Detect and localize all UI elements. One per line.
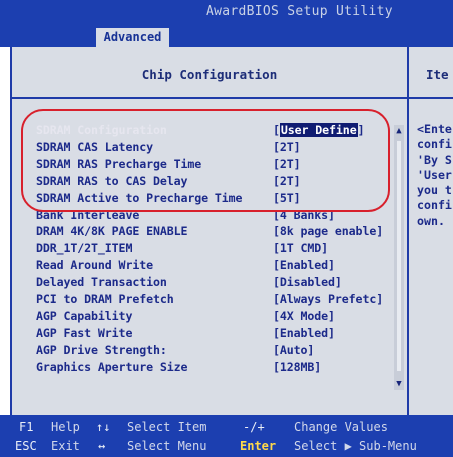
- setting-label: AGP Fast Write: [36, 325, 133, 340]
- help-line: own.: [417, 213, 445, 228]
- key-f1: F1: [19, 420, 34, 434]
- key-esc: ESC: [15, 439, 37, 453]
- setting-label: AGP Drive Strength:: [36, 342, 167, 357]
- help-line: 'User: [417, 167, 452, 182]
- section-title: Chip Configuration: [141, 67, 278, 82]
- title-bar: AwardBIOS Setup Utility Advanced: [0, 0, 453, 47]
- help-text: <Ente confi 'By S 'User you t confi own.: [417, 122, 452, 229]
- exit-label: Exit: [51, 439, 80, 453]
- select-menu-label: Select Menu: [127, 439, 207, 453]
- help-label: Help: [51, 420, 80, 434]
- help-divider: [409, 97, 453, 99]
- setting-label: AGP Capability: [36, 308, 133, 323]
- left-right-arrows-icon: ↔: [98, 439, 106, 453]
- key-enter: Enter: [240, 439, 277, 453]
- setting-label: Graphics Aperture Size: [36, 359, 188, 374]
- section-divider: [12, 97, 407, 99]
- scroll-thumb[interactable]: [397, 141, 401, 371]
- tab-advanced[interactable]: Advanced: [96, 28, 169, 47]
- help-line: you t: [417, 183, 452, 198]
- select-submenu-label: Select ▶ Sub-Menu: [294, 439, 417, 453]
- help-line: confi: [417, 137, 452, 152]
- help-line: 'By S: [417, 152, 452, 167]
- key-help-bar: F1 Help ↑↓ Select Item -/+ Change Values…: [0, 415, 453, 457]
- setting-label: Read Around Write: [36, 258, 153, 273]
- setting-label: PCI to DRAM Prefetch: [36, 292, 174, 306]
- change-values-label: Change Values: [294, 420, 388, 434]
- scrollbar[interactable]: ▲ ▼: [394, 125, 404, 390]
- bios-screen: AwardBIOS Setup Utility Advanced Chip Co…: [0, 0, 453, 457]
- highlight-annotation-ring: [21, 109, 390, 212]
- help-line: confi: [417, 198, 452, 213]
- up-down-arrows-icon: ↑↓: [96, 420, 111, 434]
- setting-label: Delayed Transaction: [36, 275, 167, 290]
- select-item-label: Select Item: [127, 420, 207, 434]
- panel-border-left: [10, 47, 12, 415]
- plus-minus-icon: -/+: [243, 420, 265, 434]
- help-title: Ite: [426, 67, 449, 82]
- setting-label: DDR_1T/2T_ITEM: [36, 241, 133, 256]
- scroll-down-arrow-icon[interactable]: ▼: [394, 378, 404, 390]
- setting-label: DRAM 4K/8K PAGE ENABLE: [36, 224, 188, 239]
- scroll-up-arrow-icon[interactable]: ▲: [394, 125, 404, 137]
- app-title: AwardBIOS Setup Utility: [206, 4, 393, 19]
- help-line: <Ente: [417, 122, 452, 136]
